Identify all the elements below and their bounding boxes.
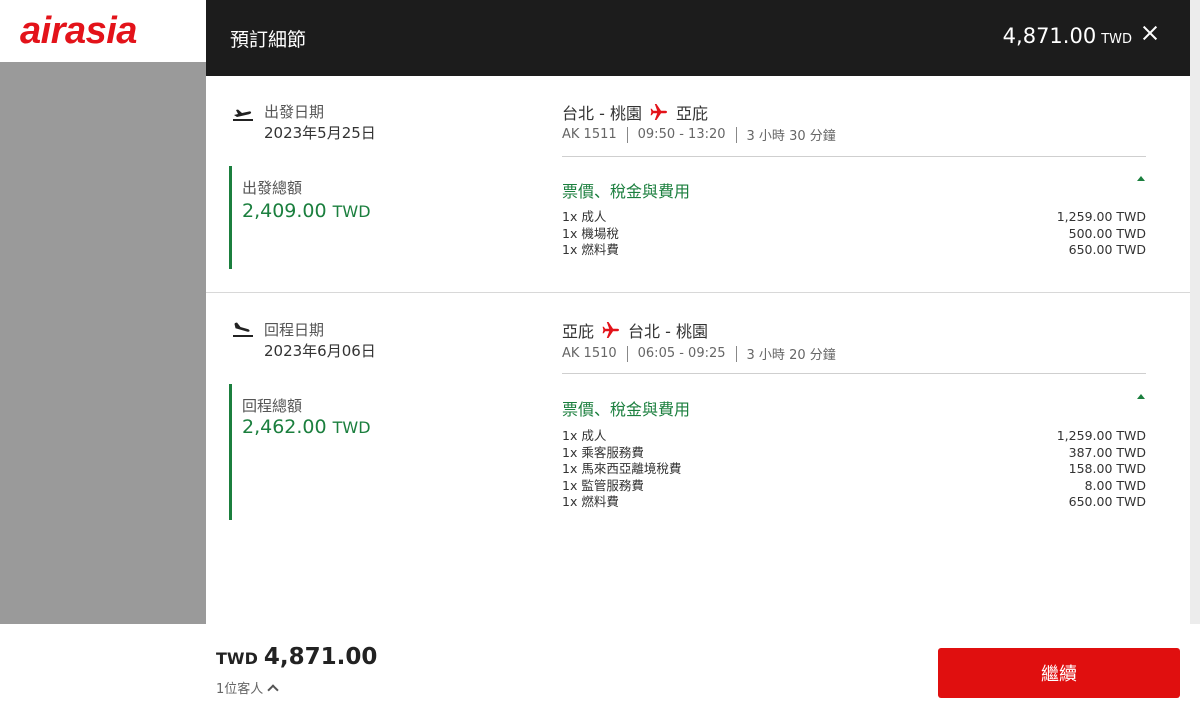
- return-flight-number: AK 1510: [562, 346, 617, 361]
- departure-total-amount: 2,409.00 TWD: [242, 200, 371, 222]
- modal-header: 預訂細節 4,871.00 TWD: [206, 0, 1190, 76]
- modal-total-price: 4,871.00 TWD: [1003, 24, 1132, 48]
- fee-row: 1x 成人 1,259.00 TWD: [562, 428, 1146, 445]
- scrollbar-track[interactable]: [1190, 0, 1200, 624]
- divider: [626, 126, 628, 143]
- guest-count-toggle[interactable]: 1位客人: [216, 678, 279, 697]
- fee-name: 1x 機場稅: [562, 225, 619, 241]
- collapse-caret-icon[interactable]: [1137, 394, 1145, 399]
- fee-row: 1x 燃料費 650.00 TWD: [562, 242, 1146, 259]
- collapse-caret-icon[interactable]: [1137, 176, 1145, 181]
- return-fees-title[interactable]: 票價、稅金與費用: [562, 396, 690, 420]
- fee-name: 1x 乘客服務費: [562, 444, 644, 460]
- fee-row: 1x 監管服務費 8.00 TWD: [562, 478, 1146, 495]
- fee-amount: 387.00 TWD: [1068, 444, 1146, 460]
- booking-footer: TWD 4,871.00 1位客人 繼續: [0, 624, 1200, 706]
- return-duration: 3 小時 20 分鐘: [746, 348, 836, 363]
- return-total-label: 回程總額: [242, 397, 303, 415]
- return-total-currency: TWD: [332, 418, 371, 437]
- fee-row: 1x 乘客服務費 387.00 TWD: [562, 445, 1146, 462]
- fee-amount: 8.00 TWD: [1084, 477, 1146, 493]
- departure-date: 2023年5月25日: [264, 124, 376, 142]
- fee-name: 1x 成人: [562, 428, 607, 443]
- plane-icon: [650, 104, 667, 120]
- fee-name: 1x 燃料費: [562, 494, 619, 510]
- landing-icon: [233, 322, 253, 337]
- departure-total-box: 出發總額 2,409.00 TWD: [229, 166, 529, 269]
- return-total-box: 回程總額 2,462.00 TWD: [229, 384, 529, 520]
- return-total-value: 2,462.00: [242, 416, 327, 438]
- fee-row: 1x 馬來西亞離境稅費 158.00 TWD: [562, 461, 1146, 478]
- fee-name: 1x 馬來西亞離境稅費: [562, 461, 682, 477]
- fee-amount: 1,259.00 TWD: [1056, 209, 1146, 224]
- departure-duration: 3 小時 30 分鐘: [746, 129, 836, 144]
- airasia-logo[interactable]: airasia: [20, 10, 137, 53]
- departure-fees-title[interactable]: 票價、稅金與費用: [562, 178, 690, 202]
- modal-total-amount: 4,871.00: [1002, 24, 1097, 48]
- fee-row: 1x 燃料費 650.00 TWD: [562, 494, 1146, 511]
- return-origin: 亞庇: [562, 322, 595, 341]
- return-destination: 台北 - 桃園: [628, 322, 708, 341]
- departure-date-label: 出發日期: [264, 103, 325, 121]
- departure-destination: 亞庇: [675, 104, 708, 123]
- fee-amount: 1,259.00 TWD: [1056, 428, 1146, 443]
- divider: [735, 345, 737, 362]
- fee-row: 1x 成人 1,259.00 TWD: [562, 209, 1146, 226]
- return-fee-list: 1x 成人 1,259.00 TWD 1x 乘客服務費 387.00 TWD 1…: [562, 428, 1146, 511]
- return-time: 06:05 - 09:25: [637, 346, 726, 361]
- fee-name: 1x 成人: [562, 209, 607, 224]
- plane-icon: [602, 322, 620, 338]
- guest-count: 1位客人: [216, 682, 264, 697]
- departure-origin: 台北 - 桃園: [562, 104, 642, 123]
- departure-flight-info: AK 1511 09:50 - 13:20 3 小時 30 分鐘: [562, 125, 836, 144]
- modal-title: 預訂細節: [230, 29, 307, 51]
- departure-total-value: 2,409.00: [242, 200, 327, 222]
- departure-total-currency: TWD: [332, 202, 371, 221]
- takeoff-icon: [233, 109, 253, 121]
- booking-details-modal: 預訂細節 4,871.00 TWD 出發日期 2023年5月25日 出發總額 2…: [206, 0, 1190, 624]
- departure-time: 09:50 - 13:20: [637, 127, 726, 142]
- fee-amount: 158.00 TWD: [1068, 461, 1146, 477]
- continue-button[interactable]: 繼續: [938, 648, 1180, 698]
- fee-amount: 500.00 TWD: [1068, 225, 1146, 241]
- departure-route: 台北 - 桃園 亞庇: [562, 100, 708, 124]
- divider: [562, 156, 1146, 157]
- footer-currency: TWD: [216, 649, 258, 668]
- return-date-label: 回程日期: [264, 321, 325, 339]
- fee-amount: 650.00 TWD: [1068, 494, 1146, 510]
- chevron-up-icon: [267, 683, 279, 696]
- footer-total-price: TWD 4,871.00: [216, 644, 377, 670]
- close-icon[interactable]: [1138, 22, 1162, 46]
- departure-fee-list: 1x 成人 1,259.00 TWD 1x 機場稅 500.00 TWD 1x …: [562, 209, 1146, 259]
- departure-total-label: 出發總額: [242, 179, 303, 197]
- return-flight-info: AK 1510 06:05 - 09:25 3 小時 20 分鐘: [562, 344, 836, 363]
- fee-amount: 650.00 TWD: [1068, 242, 1146, 258]
- departure-flight-number: AK 1511: [562, 127, 617, 142]
- divider: [562, 373, 1146, 374]
- return-route: 亞庇 台北 - 桃園: [562, 318, 708, 342]
- modal-total-currency: TWD: [1101, 32, 1132, 47]
- divider: [626, 345, 628, 362]
- fee-name: 1x 燃料費: [562, 242, 619, 258]
- divider: [735, 126, 737, 143]
- fee-row: 1x 機場稅 500.00 TWD: [562, 226, 1146, 243]
- section-divider: [206, 292, 1190, 293]
- footer-amount: 4,871.00: [263, 644, 378, 670]
- fee-name: 1x 監管服務費: [562, 477, 644, 493]
- return-date: 2023年6月06日: [264, 342, 376, 360]
- return-total-amount: 2,462.00 TWD: [242, 416, 371, 438]
